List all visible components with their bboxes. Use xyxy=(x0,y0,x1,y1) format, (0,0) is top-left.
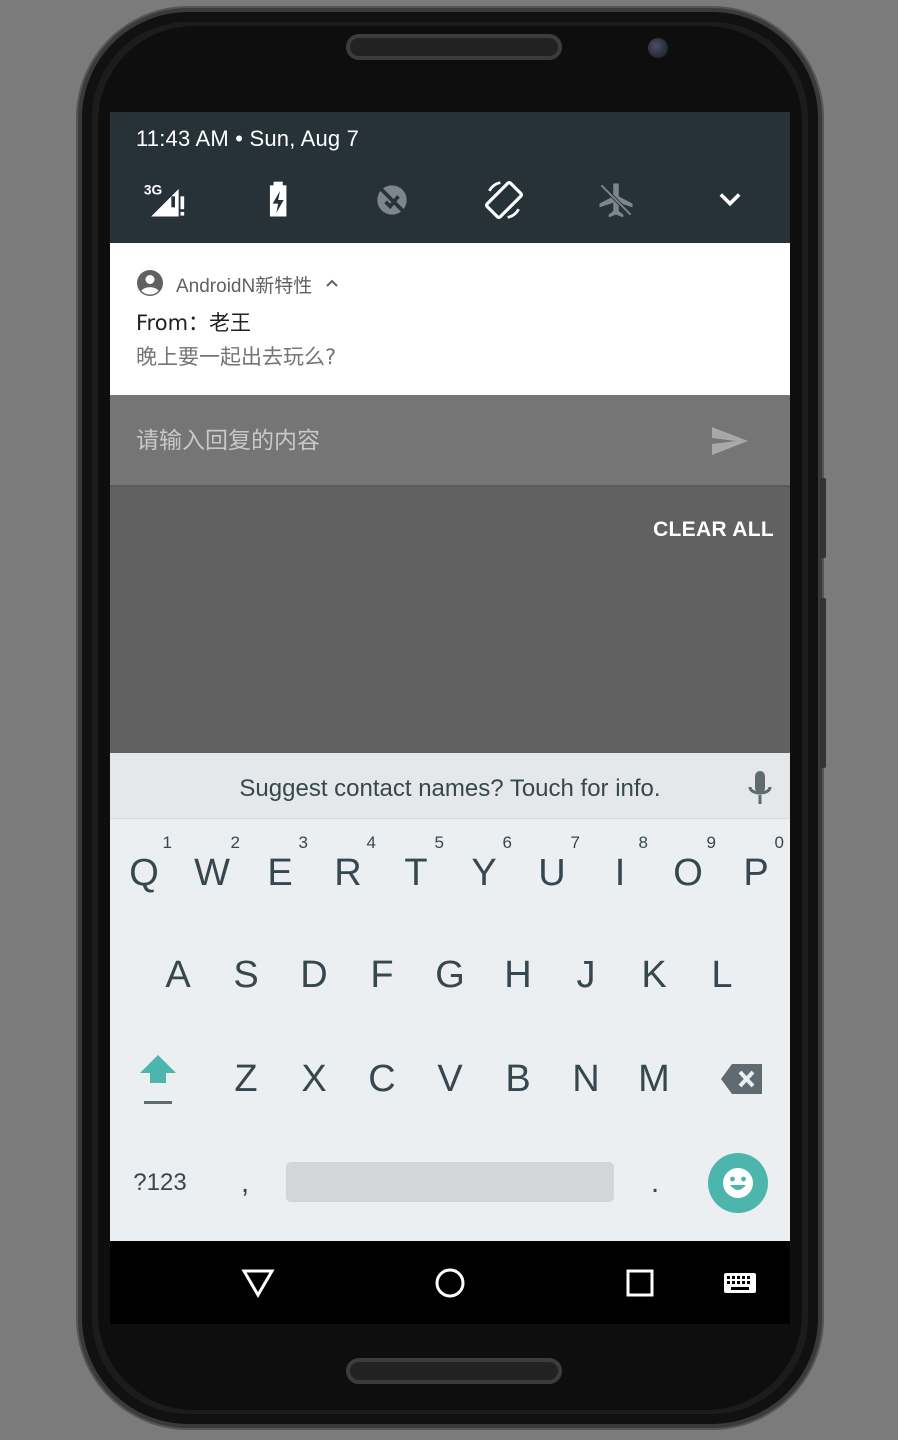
key-p[interactable]: 0P xyxy=(722,823,790,911)
symbols-key[interactable]: ?123 xyxy=(110,1139,210,1227)
notification-card[interactable]: AndroidN新特性 From：老王 晚上要一起出去玩么? xyxy=(110,243,790,395)
network-type-label: 3G xyxy=(144,183,162,198)
battery-charging-icon[interactable] xyxy=(256,176,304,224)
quick-settings-header: 11:43 AM • Sun, Aug 7 3G xyxy=(110,112,790,243)
recents-square-icon xyxy=(626,1269,654,1297)
key-m[interactable]: M xyxy=(620,1035,688,1123)
send-icon[interactable] xyxy=(708,419,752,463)
keyboard-switch-button[interactable] xyxy=(718,1261,762,1305)
airplane-mode-icon[interactable] xyxy=(592,176,640,224)
key-l[interactable]: L xyxy=(688,931,756,1019)
period-key[interactable]: . xyxy=(630,1139,680,1227)
key-b[interactable]: B xyxy=(484,1035,552,1123)
space-bar[interactable] xyxy=(286,1162,614,1202)
backspace-icon xyxy=(721,1064,762,1094)
signal-3g-icon[interactable]: 3G xyxy=(140,176,188,224)
power-button xyxy=(820,598,826,768)
key-a[interactable]: A xyxy=(144,931,212,1019)
recents-button[interactable] xyxy=(618,1261,662,1305)
account-circle-icon xyxy=(137,270,163,296)
front-camera xyxy=(648,38,668,58)
microphone-icon[interactable] xyxy=(744,769,776,809)
key-k[interactable]: K xyxy=(620,931,688,1019)
data-saver-off-icon[interactable] xyxy=(368,176,416,224)
navigation-bar xyxy=(110,1241,790,1324)
home-circle-icon xyxy=(435,1268,465,1298)
suggestion-strip: Suggest contact names? Touch for info. xyxy=(110,753,790,819)
emoji-key[interactable] xyxy=(708,1153,768,1213)
chevron-down-icon[interactable] xyxy=(706,176,754,224)
inline-reply-bar xyxy=(110,395,790,487)
key-r[interactable]: 4R xyxy=(314,823,382,911)
key-e[interactable]: 3E xyxy=(246,823,314,911)
key-f[interactable]: F xyxy=(348,931,416,1019)
back-button[interactable] xyxy=(236,1261,280,1305)
key-u[interactable]: 7U xyxy=(518,823,586,911)
key-x[interactable]: X xyxy=(280,1035,348,1123)
chevron-up-icon[interactable] xyxy=(324,275,340,291)
key-c[interactable]: C xyxy=(348,1035,416,1123)
volume-button xyxy=(820,478,826,558)
key-h[interactable]: H xyxy=(484,931,552,1019)
key-i[interactable]: 8I xyxy=(586,823,654,911)
contact-suggestion-prompt[interactable]: Suggest contact names? Touch for info. xyxy=(110,753,790,819)
back-triangle-icon xyxy=(241,1269,275,1298)
notification-title: From：老王 xyxy=(136,311,252,335)
notification-app-name: AndroidN新特性 xyxy=(176,276,313,297)
reply-input[interactable] xyxy=(136,423,696,459)
key-y[interactable]: 6Y xyxy=(450,823,518,911)
key-v[interactable]: V xyxy=(416,1035,484,1123)
key-w[interactable]: 2W xyxy=(178,823,246,911)
status-time-date: 11:43 AM • Sun, Aug 7 xyxy=(136,126,360,151)
keyboard: Suggest contact names? Touch for info. 1… xyxy=(110,753,790,1241)
smiley-face-icon xyxy=(723,1168,753,1198)
backspace-key[interactable] xyxy=(706,1035,778,1123)
top-speaker xyxy=(346,34,562,60)
screen: 11:43 AM • Sun, Aug 7 3G AndroidN新特性 Fro… xyxy=(110,112,790,1324)
key-g[interactable]: G xyxy=(416,931,484,1019)
key-z[interactable]: Z xyxy=(212,1035,280,1123)
clear-all-button[interactable]: CLEAR ALL xyxy=(614,512,774,548)
key-q[interactable]: 1Q xyxy=(110,823,178,911)
comma-key[interactable]: , xyxy=(220,1139,270,1227)
bottom-speaker xyxy=(346,1358,562,1384)
key-j[interactable]: J xyxy=(552,931,620,1019)
notification-text: 晚上要一起出去玩么? xyxy=(136,345,337,369)
home-button[interactable] xyxy=(428,1261,472,1305)
key-s[interactable]: S xyxy=(212,931,280,1019)
auto-rotate-icon[interactable] xyxy=(480,176,528,224)
shift-arrow-icon xyxy=(140,1055,176,1104)
keyboard-icon xyxy=(724,1273,756,1293)
key-o[interactable]: 9O xyxy=(654,823,722,911)
key-t[interactable]: 5T xyxy=(382,823,450,911)
shift-key[interactable] xyxy=(122,1035,194,1123)
key-d[interactable]: D xyxy=(280,931,348,1019)
key-n[interactable]: N xyxy=(552,1035,620,1123)
